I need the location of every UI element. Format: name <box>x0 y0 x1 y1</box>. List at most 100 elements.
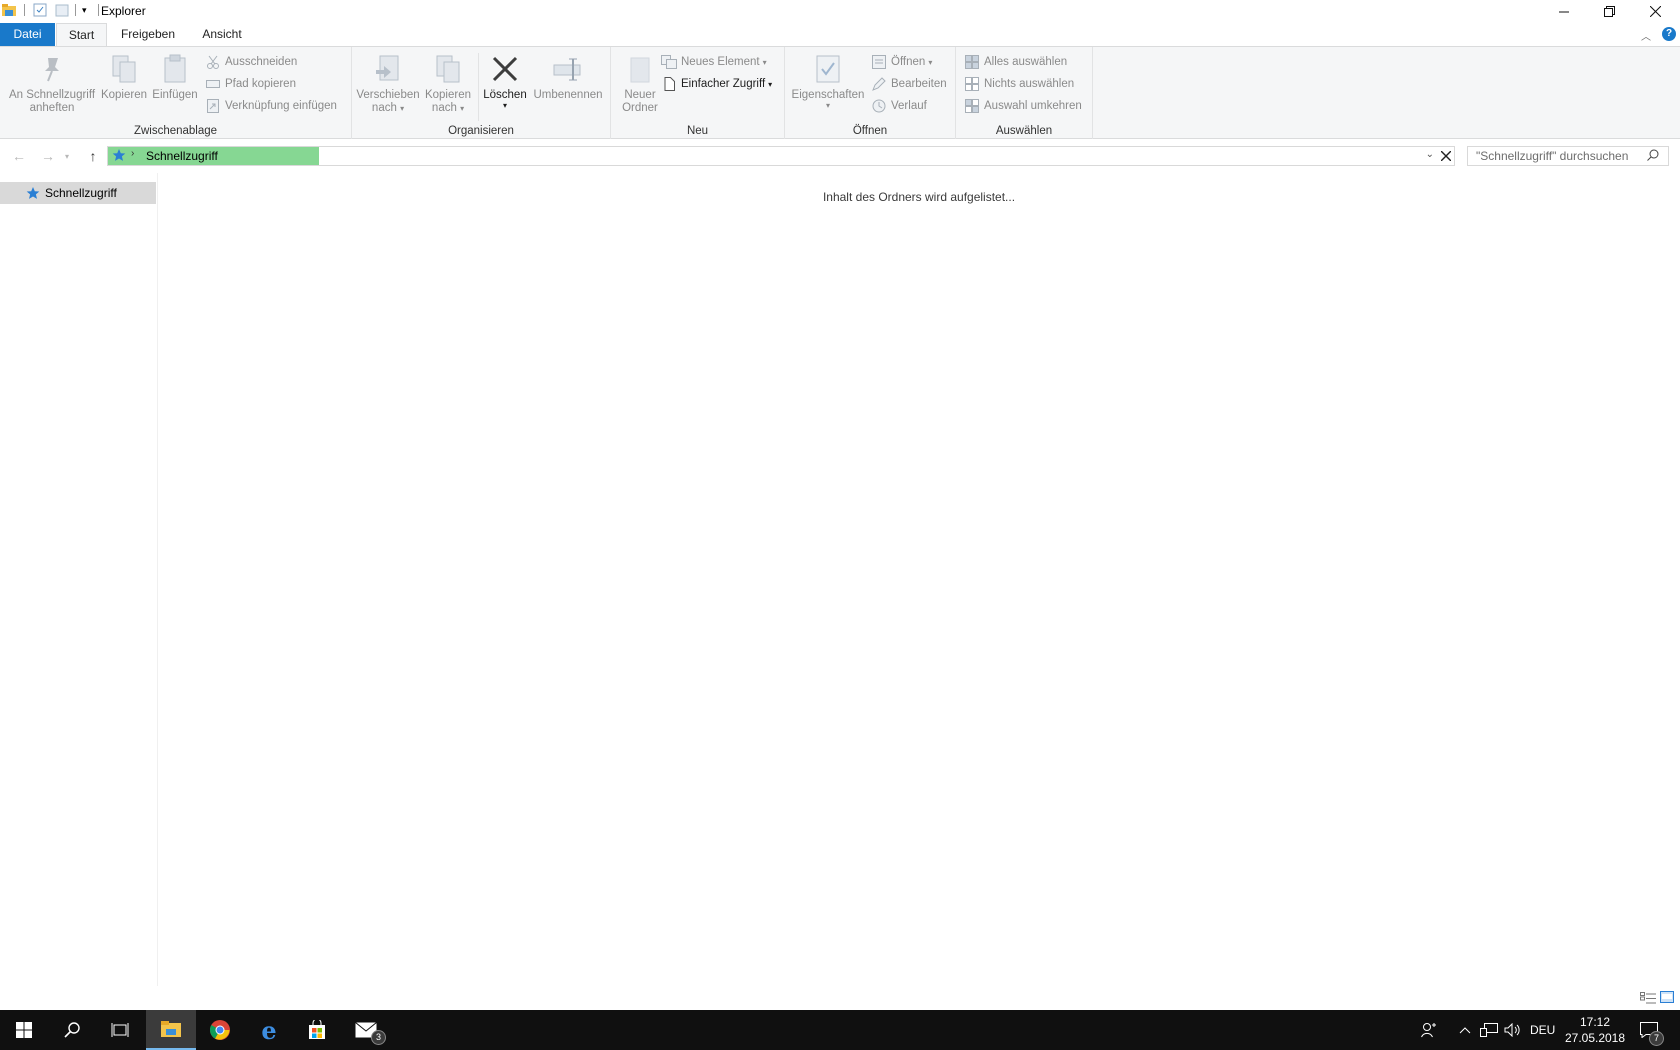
search-input[interactable]: "Schnellzugriff" durchsuchen <box>1467 146 1669 166</box>
search-icon[interactable] <box>1647 149 1659 164</box>
explorer-app-icon[interactable] <box>2 4 16 16</box>
quick-access-toolbar: ▾ <box>2 3 99 17</box>
forward-arrow-icon[interactable]: → <box>37 147 59 165</box>
loading-status: Inhalt des Ordners wird aufgelistet... <box>822 190 1016 204</box>
recent-locations-chevron-icon[interactable]: ▾ <box>61 147 73 165</box>
file-list-area[interactable]: Inhalt des Ordners wird aufgelistet... <box>158 173 1680 1004</box>
move-to-icon <box>372 53 404 85</box>
tab-start[interactable]: Start <box>56 23 107 47</box>
edit-pencil-icon <box>871 76 887 92</box>
back-arrow-icon[interactable]: ← <box>8 147 30 165</box>
delete-dropdown-icon[interactable]: ▾ <box>482 102 528 110</box>
breadcrumb-quick-access[interactable]: Schnellzugriff <box>146 149 218 163</box>
organize-divider <box>478 53 479 121</box>
customize-toolbar-dropdown-icon[interactable]: ▾ <box>82 5 92 16</box>
paste-button[interactable]: Einfügen <box>149 53 201 102</box>
edit-label: Bearbeiten <box>891 78 947 90</box>
properties-button[interactable]: Eigenschaften ▾ <box>791 53 865 110</box>
file-explorer-taskbar-icon[interactable] <box>146 1010 196 1050</box>
network-icon[interactable] <box>1480 1010 1498 1050</box>
copy-to-button[interactable]: Kopieren nach ▾ <box>424 53 472 115</box>
input-language-indicator[interactable]: DEU <box>1530 1010 1555 1050</box>
quick-access-star-icon <box>112 148 126 165</box>
organize-group-label: Organisieren <box>448 125 514 137</box>
clock[interactable]: 17:12 27.05.2018 <box>1565 1010 1625 1050</box>
search-taskbar-icon[interactable] <box>48 1010 96 1050</box>
properties-icon <box>812 53 844 85</box>
new-folder-icon <box>624 53 656 85</box>
copy-path-button[interactable]: Pfad kopieren <box>205 74 296 94</box>
group-new: Neuer Ordner Neues Element ▾ Einfacher Z… <box>611 47 785 139</box>
mail-taskbar-icon[interactable]: 3 <box>342 1010 390 1050</box>
quick-access-star-icon <box>26 186 40 203</box>
move-to-button[interactable]: Verschieben nach ▾ <box>356 53 420 115</box>
copy-button[interactable]: Kopieren <box>100 53 148 102</box>
action-center-icon[interactable]: 7 <box>1640 1010 1664 1050</box>
people-icon[interactable] <box>1421 1010 1437 1050</box>
toolbar-divider <box>24 4 25 16</box>
paste-shortcut-button[interactable]: Verknüpfung einfügen <box>205 96 337 116</box>
address-breadcrumb[interactable]: › Schnellzugriff <box>108 147 319 165</box>
tab-file[interactable]: Datei <box>0 23 55 46</box>
large-icons-view-icon[interactable] <box>1660 991 1674 1006</box>
restore-button[interactable] <box>1586 0 1632 23</box>
task-view-icon[interactable] <box>96 1010 144 1050</box>
copy-to-icon <box>432 53 464 85</box>
store-taskbar-icon[interactable] <box>293 1010 341 1050</box>
breadcrumb-separator-icon[interactable]: › <box>131 148 134 159</box>
rename-icon <box>552 53 584 85</box>
collapse-ribbon-icon[interactable]: ︿ <box>1641 28 1651 43</box>
pin-quick-access-button[interactable]: An Schnellzugriff anheften <box>4 53 100 115</box>
nav-item-label: Schnellzugriff <box>45 186 117 200</box>
new-item-icon <box>661 54 677 70</box>
open-button[interactable]: Öffnen ▾ <box>871 52 932 72</box>
windows-start-icon[interactable] <box>0 1010 48 1050</box>
select-all-button[interactable]: Alles auswählen <box>964 52 1067 72</box>
notification-badge: 7 <box>1649 1031 1664 1046</box>
pin-label-line2: anheften <box>29 102 75 114</box>
details-view-icon[interactable] <box>1640 992 1656 1007</box>
chrome-taskbar-icon[interactable] <box>196 1010 244 1050</box>
edit-button[interactable]: Bearbeiten <box>871 74 947 94</box>
select-none-button[interactable]: Nichts auswählen <box>964 74 1074 94</box>
rename-button[interactable]: Umbenennen <box>530 53 606 102</box>
properties-dropdown-icon[interactable]: ▾ <box>791 102 865 110</box>
show-hidden-icons-chevron-icon[interactable] <box>1459 1010 1471 1050</box>
copy-to-label-line2: nach ▾ <box>431 102 465 114</box>
volume-icon[interactable] <box>1504 1010 1522 1050</box>
ribbon: An Schnellzugriff anheften Kopieren Einf… <box>0 46 1680 139</box>
delete-button[interactable]: Löschen ▾ <box>482 53 528 110</box>
up-arrow-icon[interactable]: ↑ <box>82 147 104 165</box>
open-dropdown-icon: ▾ <box>928 57 933 67</box>
edge-taskbar-icon[interactable]: e <box>245 1010 293 1050</box>
new-folder-quick-icon[interactable] <box>55 3 69 17</box>
stop-loading-icon[interactable] <box>1438 148 1454 164</box>
navigation-pane: Schnellzugriff <box>0 173 158 986</box>
select-all-label: Alles auswählen <box>984 56 1068 68</box>
group-organize: Verschieben nach ▾ Kopieren nach ▾ Lösch… <box>352 47 611 139</box>
address-history-chevron-icon[interactable]: ⌄ <box>1426 149 1434 160</box>
history-button[interactable]: Verlauf <box>871 96 927 116</box>
taskbar: e 3 DEU 17:12 27.05.2018 7 <box>0 1010 1680 1050</box>
open-group-label: Öffnen <box>852 125 888 137</box>
new-folder-button[interactable]: Neuer Ordner <box>615 53 665 115</box>
minimize-button[interactable] <box>1541 0 1587 23</box>
invert-selection-button[interactable]: Auswahl umkehren <box>964 96 1082 116</box>
open-label: Öffnen <box>891 56 926 68</box>
close-button[interactable] <box>1632 0 1678 23</box>
easy-access-button[interactable]: Einfacher Zugriff ▾ <box>661 74 772 94</box>
help-icon[interactable]: ? <box>1662 27 1676 41</box>
group-select: Alles auswählen Nichts auswählen Auswahl… <box>956 47 1093 139</box>
address-bar[interactable]: › Schnellzugriff ⌄ <box>107 146 1455 166</box>
nav-item-quick-access[interactable]: Schnellzugriff <box>0 182 156 204</box>
toolbar-divider <box>75 4 76 16</box>
new-item-button[interactable]: Neues Element ▾ <box>661 52 767 72</box>
tab-view[interactable]: Ansicht <box>196 23 248 46</box>
history-icon <box>871 98 887 114</box>
tab-share[interactable]: Freigeben <box>113 23 183 46</box>
title-bar: ▾ Explorer <box>0 0 1680 23</box>
pin-icon <box>36 53 68 85</box>
navigation-bar: ← → ▾ ↑ › Schnellzugriff ⌄ "Schnellzugri… <box>0 139 1680 173</box>
properties-quick-icon[interactable] <box>33 3 47 17</box>
cut-button[interactable]: Ausschneiden <box>205 52 297 72</box>
